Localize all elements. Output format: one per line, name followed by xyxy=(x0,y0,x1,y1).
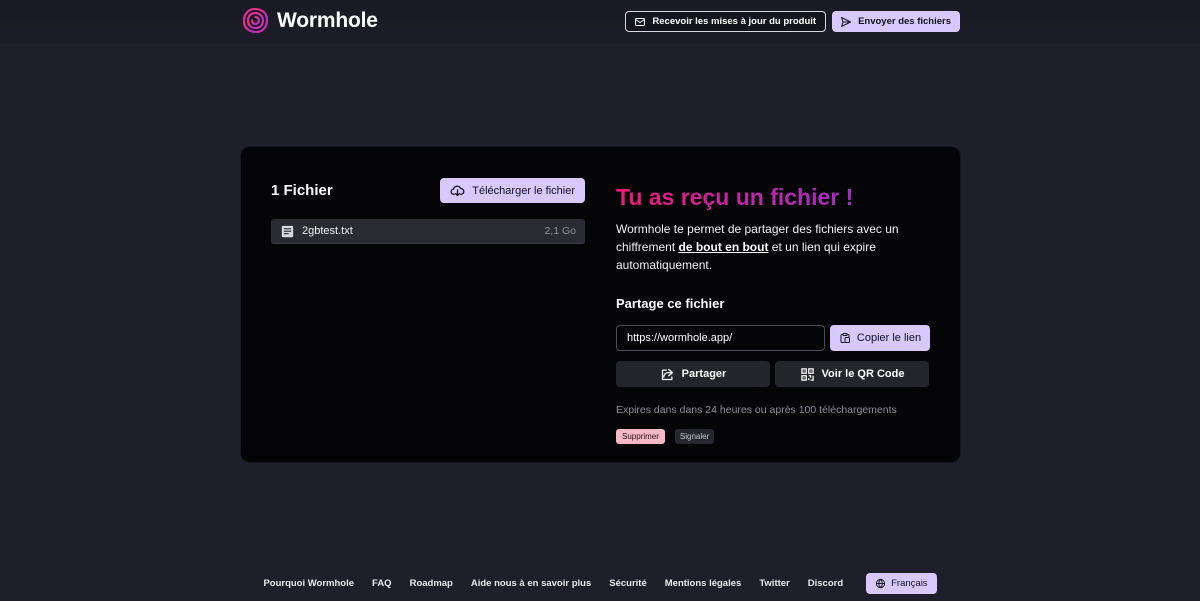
share-label: Partager xyxy=(681,368,727,380)
share-description: Wormhole te permet de partager des fichi… xyxy=(616,220,930,274)
footer-link-security[interactable]: Sécurité xyxy=(609,578,647,589)
send-icon xyxy=(841,16,852,27)
download-file-label: Télécharger le fichier xyxy=(472,184,575,197)
file-list-panel: 1 Fichier Télécharger le fichier 2gbtest… xyxy=(271,178,585,244)
view-qr-code-button[interactable]: Voir le QR Code xyxy=(775,361,929,387)
share-icon xyxy=(661,368,673,380)
footer-link-why-wormhole[interactable]: Pourquoi Wormhole xyxy=(263,578,354,589)
share-panel: Tu as reçu un fichier ! Wormhole te perm… xyxy=(616,183,930,444)
globe-icon xyxy=(876,578,886,589)
cloud-download-icon xyxy=(450,185,465,197)
header-actions: Recevoir les mises à jour du produit Env… xyxy=(625,11,960,32)
header: Wormhole Recevoir les mises à jour du pr… xyxy=(0,0,1200,44)
language-button[interactable]: Français xyxy=(866,573,937,594)
text-file-icon xyxy=(281,225,294,237)
brand-logo-link[interactable]: Wormhole xyxy=(242,7,378,34)
brand-name: Wormhole xyxy=(277,8,378,32)
footer: Pourquoi Wormhole FAQ Roadmap Aide nous … xyxy=(0,566,1200,601)
footer-link-faq[interactable]: FAQ xyxy=(372,578,392,589)
wormhole-swirl-icon xyxy=(242,7,269,34)
product-updates-button[interactable]: Recevoir les mises à jour du produit xyxy=(625,11,827,32)
copy-link-label: Copier le lien xyxy=(856,332,922,344)
language-label: Français xyxy=(891,578,928,589)
footer-link-roadmap[interactable]: Roadmap xyxy=(410,578,453,589)
delete-button[interactable]: Supprimer xyxy=(616,429,665,444)
end-to-end-emphasis: de bout en bout xyxy=(678,240,769,254)
file-count-title: 1 Fichier xyxy=(271,182,333,199)
file-list-header: 1 Fichier Télécharger le fichier xyxy=(271,178,585,203)
clipboard-icon xyxy=(840,333,850,343)
report-button[interactable]: Signaler xyxy=(674,429,715,444)
copy-link-button[interactable]: Copier le lien xyxy=(830,325,930,351)
share-link-input[interactable] xyxy=(616,325,825,351)
footer-link-discord[interactable]: Discord xyxy=(808,578,843,589)
page: Wormhole Recevoir les mises à jour du pr… xyxy=(0,0,1200,601)
share-section-title: Partage ce fichier xyxy=(616,296,725,311)
share-link-row: Copier le lien xyxy=(616,325,930,351)
footer-link-twitter[interactable]: Twitter xyxy=(759,578,789,589)
mail-icon xyxy=(635,17,646,26)
file-name: 2gbtest.txt xyxy=(302,225,353,237)
send-files-button[interactable]: Envoyer des fichiers xyxy=(832,11,960,32)
expiry-notice: Expires dans dans 24 heures ou après 100… xyxy=(616,404,897,416)
received-headline: Tu as reçu un fichier ! xyxy=(616,184,854,210)
footer-link-help-us[interactable]: Aide nous à en savoir plus xyxy=(471,578,591,589)
file-tags: Supprimer Signaler xyxy=(616,429,930,444)
qr-code-icon xyxy=(800,367,814,381)
file-size: 2,1 Go xyxy=(544,225,576,237)
received-file-card: 1 Fichier Télécharger le fichier 2gbtest… xyxy=(241,147,960,462)
view-qr-code-label: Voir le QR Code xyxy=(821,368,905,380)
file-row[interactable]: 2gbtest.txt 2,1 Go xyxy=(271,219,585,244)
product-updates-label: Recevoir les mises à jour du produit xyxy=(652,16,817,27)
share-actions: Partager Voir le QR Code xyxy=(616,361,930,387)
download-file-button[interactable]: Télécharger le fichier xyxy=(440,178,585,203)
send-files-label: Envoyer des fichiers xyxy=(858,16,951,27)
footer-link-legal[interactable]: Mentions légales xyxy=(665,578,742,589)
share-button[interactable]: Partager xyxy=(616,361,770,387)
